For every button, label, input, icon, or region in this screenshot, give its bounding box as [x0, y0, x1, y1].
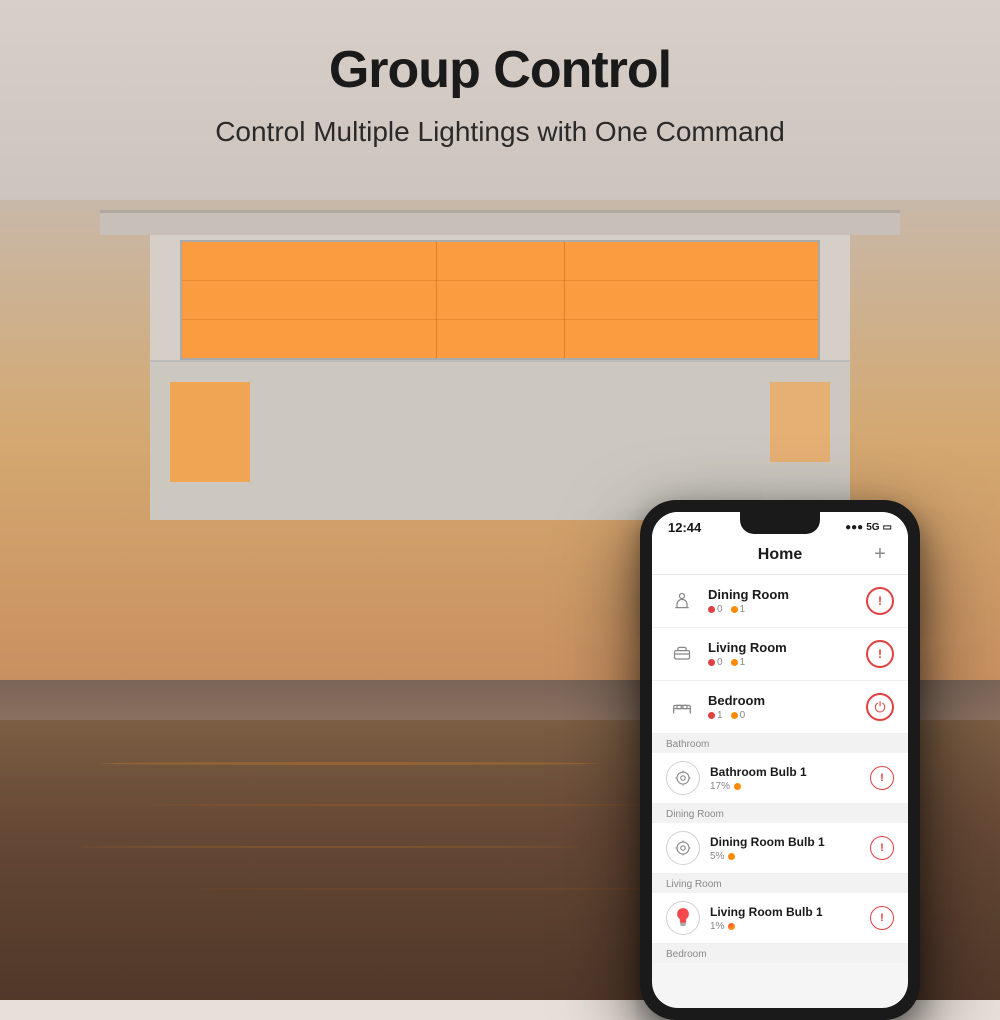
living-bulb-action[interactable]: !	[870, 906, 894, 930]
dining-bulb-status: 5%	[710, 851, 870, 862]
living-bulb-icon	[666, 901, 700, 935]
bedroom-offline-stat: 1	[708, 710, 723, 721]
device-dining-bulb1[interactable]: Dining Room Bulb 1 5% !	[652, 823, 908, 874]
bedroom-info: Bedroom 1 0	[708, 693, 866, 721]
living-room-action[interactable]: !	[866, 640, 894, 668]
add-button[interactable]: +	[868, 543, 892, 566]
room-item-bedroom[interactable]: Bedroom 1 0	[652, 681, 908, 734]
living-bulb-status: 1%	[710, 921, 870, 932]
bedroom-icon	[666, 691, 698, 723]
bedroom-stats: 1 0	[708, 710, 866, 721]
roof-overhang	[100, 210, 900, 235]
page-title: Group Control	[0, 40, 1000, 100]
bedroom-name: Bedroom	[708, 693, 866, 708]
page-wrapper: Group Control Control Multiple Lightings…	[0, 0, 1000, 1000]
living-room-stats: 0 1	[708, 657, 866, 668]
window-left	[170, 382, 250, 482]
dining-offline-count: 0	[717, 604, 723, 615]
bathroom-bulb-name: Bathroom Bulb 1	[710, 765, 870, 779]
bathroom-status-dot	[734, 783, 741, 790]
living-online-count: 1	[740, 657, 746, 668]
device-bathroom-bulb1[interactable]: Bathroom Bulb 1 17% !	[652, 753, 908, 804]
living-status-dot	[728, 923, 735, 930]
phone-outer-frame: 12:44 ●●● 5G ▭ Home +	[640, 500, 920, 1020]
living-bulb-name: Living Room Bulb 1	[710, 905, 870, 919]
section-living: Living Room	[652, 874, 908, 893]
header-section: Group Control Control Multiple Lightings…	[0, 0, 1000, 148]
living-room-info: Living Room 0 1	[708, 640, 866, 668]
phone-mockup: 12:44 ●●● 5G ▭ Home +	[640, 500, 920, 1020]
offline-dot-lr	[708, 659, 715, 666]
house-body	[150, 220, 850, 520]
dining-bulb-info: Dining Room Bulb 1 5%	[710, 835, 870, 862]
dining-room-action[interactable]: !	[866, 587, 894, 615]
bathroom-bulb-status: 17%	[710, 781, 870, 792]
offline-dot	[708, 606, 715, 613]
status-time: 12:44	[668, 520, 701, 535]
online-dot	[731, 606, 738, 613]
dining-online-count: 1	[740, 604, 746, 615]
dining-status-dot	[728, 853, 735, 860]
lower-house	[150, 360, 850, 520]
phone-notch	[740, 512, 820, 534]
dining-bulb-icon	[666, 831, 700, 865]
bedroom-offline-count: 1	[717, 710, 723, 721]
signal-icon: ●●●	[845, 522, 863, 533]
phone-screen: 12:44 ●●● 5G ▭ Home +	[652, 512, 908, 1008]
battery-icon: ▭	[883, 522, 892, 533]
bathroom-bulb-action[interactable]: !	[870, 766, 894, 790]
living-offline-count: 0	[717, 657, 723, 668]
section-dining: Dining Room	[652, 804, 908, 823]
dining-online-stat: 1	[731, 604, 746, 615]
page-subtitle: Control Multiple Lightings with One Comm…	[0, 116, 1000, 148]
window-right	[770, 382, 830, 462]
room-item-living[interactable]: Living Room 0 1	[652, 628, 908, 681]
dining-room-info: Dining Room 0 1	[708, 587, 866, 615]
bathroom-pct: 17%	[710, 781, 730, 792]
living-pct: 1%	[710, 921, 724, 932]
living-bulb-info: Living Room Bulb 1 1%	[710, 905, 870, 932]
dining-room-icon	[666, 585, 698, 617]
dining-bulb-name: Dining Room Bulb 1	[710, 835, 870, 849]
online-dot-br	[731, 712, 738, 719]
dining-room-stats: 0 1	[708, 604, 866, 615]
app-header: Home +	[652, 539, 908, 575]
bathroom-bulb-icon	[666, 761, 700, 795]
room-item-dining[interactable]: Dining Room 0 1	[652, 575, 908, 628]
device-living-bulb1[interactable]: Living Room Bulb 1 1% !	[652, 893, 908, 944]
status-icons: ●●● 5G ▭	[845, 522, 892, 533]
living-room-icon	[666, 638, 698, 670]
bedroom-online-count: 0	[740, 710, 746, 721]
living-offline-stat: 0	[708, 657, 723, 668]
bathroom-bulb-info: Bathroom Bulb 1 17%	[710, 765, 870, 792]
offline-dot-br	[708, 712, 715, 719]
dining-pct: 5%	[710, 851, 724, 862]
living-online-stat: 1	[731, 657, 746, 668]
living-room-name: Living Room	[708, 640, 866, 655]
network-label: 5G	[866, 522, 879, 533]
dining-bulb-action[interactable]: !	[870, 836, 894, 860]
app-title: Home	[692, 546, 868, 564]
upper-windows	[180, 240, 820, 360]
section-bedroom-devices: Bedroom	[652, 944, 908, 963]
dining-offline-stat: 0	[708, 604, 723, 615]
dining-room-name: Dining Room	[708, 587, 866, 602]
rooms-section: Dining Room 0 1	[652, 575, 908, 734]
bedroom-power-action[interactable]: ⏻	[866, 693, 894, 721]
section-bathroom: Bathroom	[652, 734, 908, 753]
bedroom-online-stat: 0	[731, 710, 746, 721]
online-dot-lr	[731, 659, 738, 666]
